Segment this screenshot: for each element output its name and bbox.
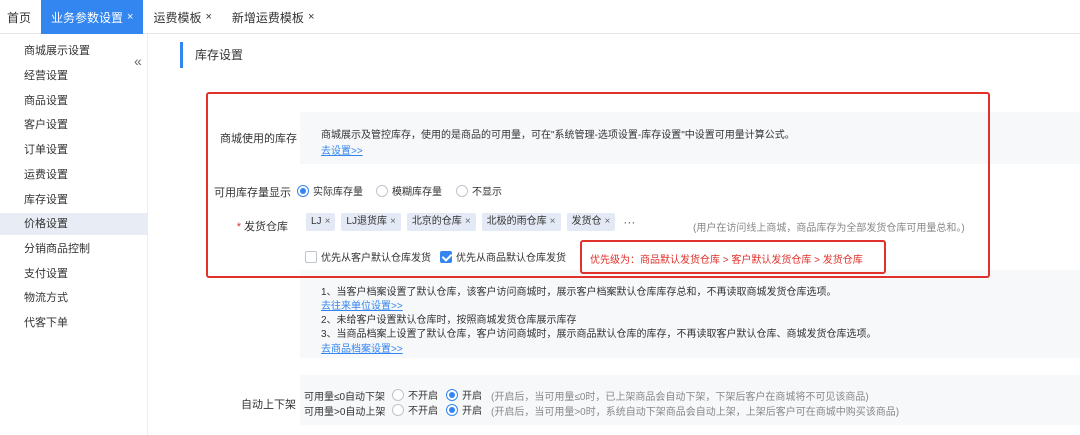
auto-shelf-label: 自动上下架 <box>241 399 296 411</box>
tab-new-freight-template[interactable]: 新增运费模板 × <box>222 0 324 34</box>
radio-label: 开启 <box>462 406 482 417</box>
contact-settings-link[interactable]: 去往来单位设置>> <box>321 297 403 312</box>
sidebar-item-mall-display[interactable]: 商城展示设置 <box>0 40 148 62</box>
sidebar-item-freight[interactable]: 运费设置 <box>0 164 148 186</box>
sidebar-item-inventory[interactable]: 库存设置 <box>0 189 148 211</box>
radio-unchecked-icon <box>392 388 404 401</box>
sidebar-item-customer[interactable]: 客户设置 <box>0 114 148 136</box>
sidebar-item-proxy-order[interactable]: 代客下单 <box>0 312 148 334</box>
radio-row2-on[interactable]: 开启 <box>446 402 482 417</box>
tab-home[interactable]: 首页 <box>0 0 41 34</box>
radio-checked-icon <box>446 388 458 401</box>
radio-label: 不开启 <box>408 406 438 417</box>
note-line-2: 2、未给客户设置默认仓库时，按照商城发货仓库展示库存 <box>321 315 577 326</box>
section-title: 库存设置 <box>180 42 243 68</box>
tab-label: 业务参数设置 <box>51 10 124 25</box>
radio-label: 开启 <box>462 391 482 402</box>
radio-label: 不开启 <box>408 391 438 402</box>
tab-bar: 首页 业务参数设置 × 运费模板 × 新增运费模板 × <box>0 0 1080 34</box>
collapse-icon[interactable]: « <box>134 53 142 69</box>
tab-freight-template[interactable]: 运费模板 × <box>143 0 221 34</box>
radio-unchecked-icon <box>392 403 404 416</box>
tab-business-params[interactable]: 业务参数设置 × <box>41 0 144 34</box>
close-icon[interactable]: × <box>308 11 314 23</box>
row2-label: 可用量>0自动上架 <box>304 407 386 418</box>
radio-checked-icon <box>446 403 458 416</box>
radio-row1-off[interactable]: 不开启 <box>392 387 438 402</box>
close-icon[interactable]: × <box>127 11 133 23</box>
sidebar-item-price[interactable]: 价格设置 <box>0 213 148 235</box>
tab-label: 新增运费模板 <box>231 10 304 25</box>
row1-note: (开启后，当可用量≤0时，已上架商品会自动下架，下架后客户在商城将不可见该商品) <box>491 392 869 403</box>
row2-note: (开启后，当可用量>0时，系统自动下架商品会自动上架，上架后客户可在商城中购买该… <box>491 407 900 418</box>
radio-row1-on[interactable]: 开启 <box>446 387 482 402</box>
close-icon[interactable]: × <box>205 11 211 23</box>
tab-label: 首页 <box>7 10 32 25</box>
sidebar-item-payment[interactable]: 支付设置 <box>0 263 148 285</box>
highlight-box-priority <box>580 240 886 274</box>
sidebar-item-operation[interactable]: 经营设置 <box>0 65 148 87</box>
tab-label: 运费模板 <box>153 10 202 25</box>
note-line-1: 1、当客户档案设置了默认仓库，该客户访问商城时，展示客户档案默认仓库库存总和，不… <box>321 287 837 298</box>
sidebar-item-order[interactable]: 订单设置 <box>0 139 148 161</box>
sidebar-item-product[interactable]: 商品设置 <box>0 90 148 112</box>
sidebar-item-logistics[interactable]: 物流方式 <box>0 287 148 309</box>
row1-label: 可用量≤0自动下架 <box>304 392 386 403</box>
note-line-3: 3、当商品档案上设置了默认仓库，客户访问商城时，展示商品默认仓库的库存，不再读取… <box>321 329 877 340</box>
sidebar: 商城展示设置 经营设置 商品设置 客户设置 订单设置 运费设置 库存设置 价格设… <box>0 34 148 435</box>
radio-row2-off[interactable]: 不开启 <box>392 402 438 417</box>
product-archive-link[interactable]: 去商品档案设置>> <box>321 340 403 355</box>
sidebar-item-distribution[interactable]: 分销商品控制 <box>0 238 148 260</box>
